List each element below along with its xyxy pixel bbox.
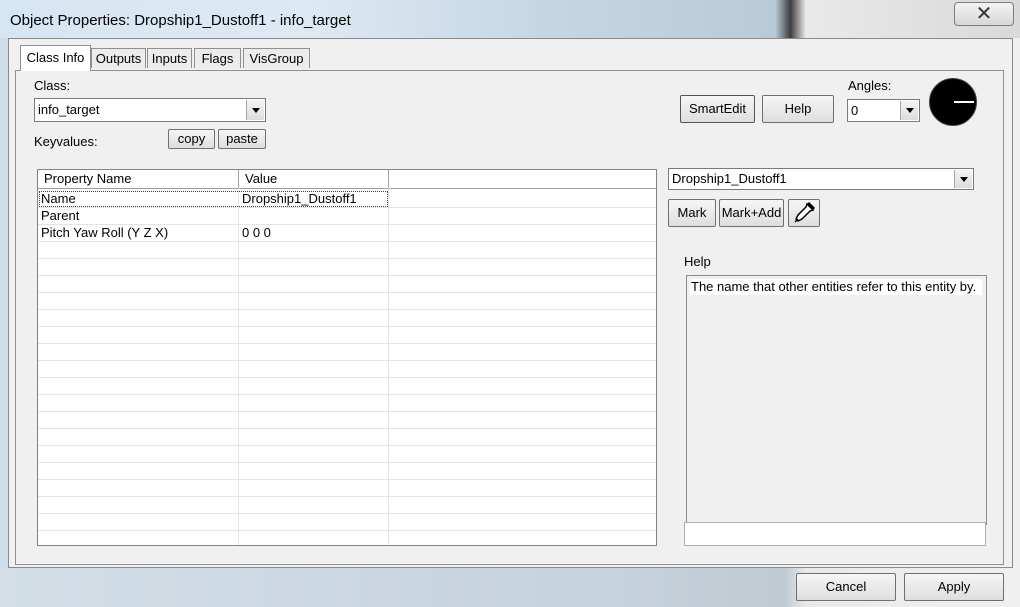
column-header-property-name[interactable]: Property Name [38, 170, 239, 188]
angles-combobox[interactable]: 0 [847, 99, 920, 122]
copy-button[interactable]: copy [168, 129, 215, 149]
empty-grid-row [38, 531, 656, 545]
tab-inputs[interactable]: Inputs [147, 48, 192, 68]
empty-grid-row [38, 429, 656, 446]
empty-grid-row [38, 497, 656, 514]
property-value: 0 0 0 [242, 225, 271, 240]
window-title: Object Properties: Dropship1_Dustoff1 - … [10, 12, 351, 29]
table-row[interactable]: Pitch Yaw Roll (Y Z X) 0 0 0 [38, 225, 656, 242]
target-name-combobox[interactable]: Dropship1_Dustoff1 [668, 168, 974, 190]
empty-grid-row [38, 310, 656, 327]
empty-grid-row [38, 361, 656, 378]
tab-visgroup[interactable]: VisGroup [243, 48, 310, 68]
keyvalues-grid[interactable]: Property Name Value Name Dropship1_Dusto… [37, 169, 657, 546]
empty-grid-row [38, 480, 656, 497]
apply-button[interactable]: Apply [904, 573, 1004, 601]
angles-value: 0 [851, 103, 859, 118]
empty-grid-row [38, 378, 656, 395]
empty-grid-row [38, 259, 656, 276]
dialog-window: Object Properties: Dropship1_Dustoff1 - … [0, 0, 1020, 607]
paste-button[interactable]: paste [218, 129, 266, 149]
tab-flags[interactable]: Flags [194, 48, 241, 68]
cancel-button[interactable]: Cancel [796, 573, 896, 601]
help-label: Help [684, 254, 711, 269]
help-text: The name that other entities refer to th… [690, 279, 982, 295]
column-header-filler [389, 170, 656, 188]
mark-add-button[interactable]: Mark+Add [719, 199, 784, 227]
class-label: Class: [34, 78, 71, 93]
empty-grid-row [38, 514, 656, 531]
angles-label: Angles: [848, 78, 892, 93]
chevron-down-icon[interactable] [954, 170, 972, 188]
class-value: info_target [38, 102, 100, 117]
empty-grid-row [38, 293, 656, 310]
property-value [239, 208, 242, 224]
title-bar[interactable]: Object Properties: Dropship1_Dustoff1 - … [0, 0, 1020, 38]
tab-outputs[interactable]: Outputs [91, 48, 146, 68]
empty-grid-row [38, 276, 656, 293]
help-edit-field[interactable] [684, 522, 986, 546]
chevron-down-icon[interactable] [246, 100, 264, 120]
help-box: The name that other entities refer to th… [686, 275, 987, 525]
empty-grid-row [38, 242, 656, 259]
property-name: Name [41, 191, 76, 206]
table-row[interactable]: Name Dropship1_Dustoff1 [38, 191, 656, 208]
empty-grid-row [38, 463, 656, 480]
empty-grid-row [38, 446, 656, 463]
empty-grid-row [38, 327, 656, 344]
column-header-value[interactable]: Value [239, 170, 389, 188]
angle-dial-hand [954, 101, 974, 103]
help-button[interactable]: Help [762, 95, 834, 123]
empty-grid-row [38, 412, 656, 429]
property-name: Parent [41, 208, 80, 223]
property-name: Pitch Yaw Roll (Y Z X) [41, 225, 169, 240]
eyedropper-button[interactable] [788, 199, 820, 227]
target-name-value: Dropship1_Dustoff1 [672, 171, 787, 186]
smartedit-button[interactable]: SmartEdit [680, 95, 755, 123]
keyvalues-label: Keyvalues: [34, 134, 98, 149]
chevron-down-icon[interactable] [900, 101, 918, 120]
grid-header: Property Name Value [38, 170, 656, 189]
empty-grid-row [38, 395, 656, 412]
table-row[interactable]: Parent [38, 208, 656, 225]
close-icon: ✕ [975, 3, 993, 25]
angle-dial-icon[interactable] [929, 78, 977, 126]
property-value: Dropship1_Dustoff1 [242, 191, 357, 206]
eyedropper-icon [794, 201, 816, 223]
tab-class-info[interactable]: Class Info [20, 45, 91, 71]
mark-button[interactable]: Mark [668, 199, 716, 227]
empty-grid-row [38, 344, 656, 361]
class-combobox[interactable]: info_target [34, 98, 266, 122]
close-button[interactable]: ✕ [954, 2, 1014, 26]
